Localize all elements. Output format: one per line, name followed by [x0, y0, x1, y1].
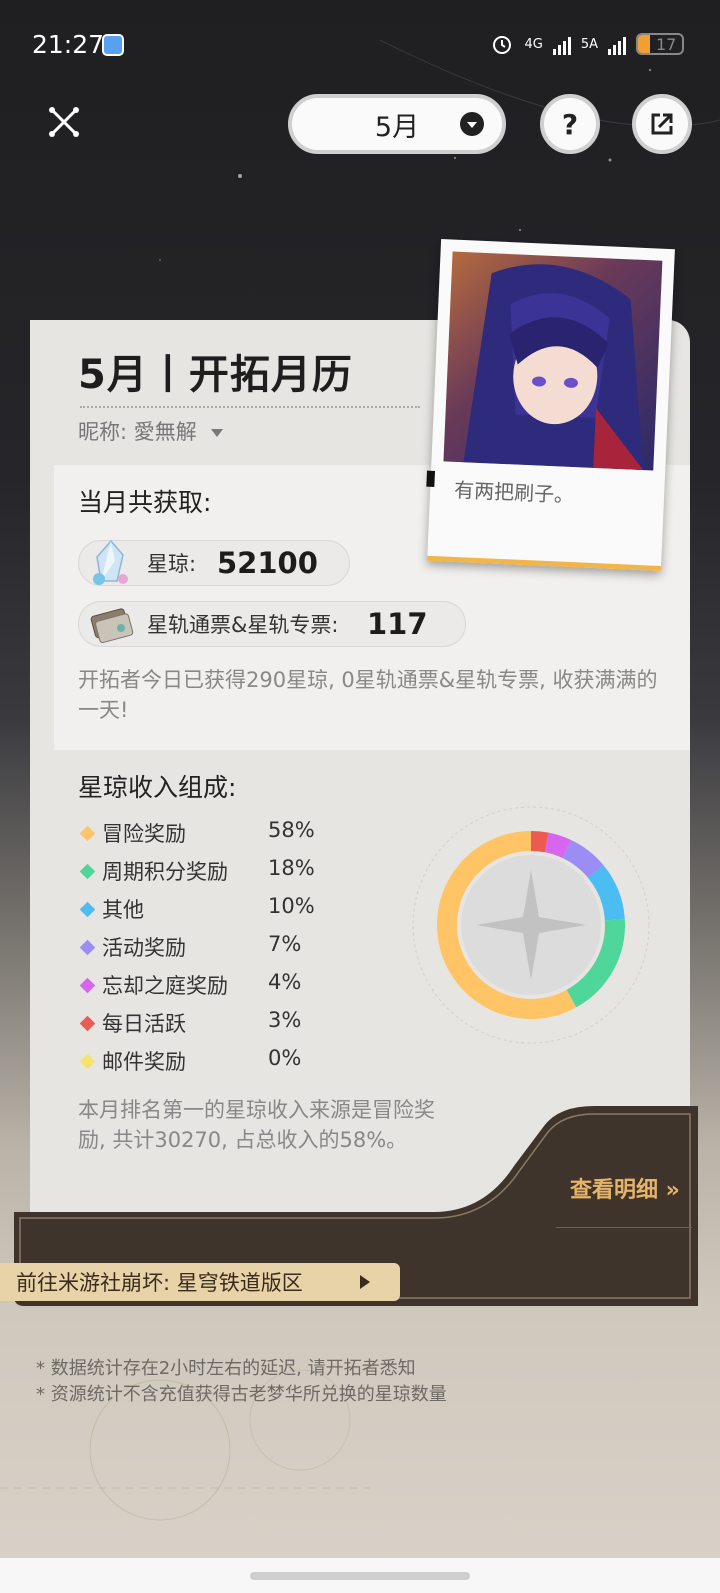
nickname-label: 昵称: — [78, 420, 128, 444]
legend-item: 其他 10% — [78, 894, 338, 932]
legend-marker — [79, 863, 96, 880]
app-notification-icon — [102, 34, 124, 56]
view-details-link[interactable]: 查看明细 » — [570, 1172, 680, 1204]
network-4g-label: 4G — [524, 36, 543, 52]
legend-marker — [79, 939, 96, 956]
alarm-icon — [493, 36, 512, 54]
star-rail-pass-icon — [90, 608, 134, 644]
signal-icon-2 — [608, 33, 626, 55]
donut-segment-每日活跃 — [530, 831, 549, 853]
footnote-delay: * 数据统计存在2小时左右的延迟, 请开拓者悉知 — [36, 1358, 416, 1379]
forum-link-button[interactable]: 前往米游社崩坏: 星穹铁道版区 — [0, 1263, 400, 1301]
legend-percent: 0% — [268, 1046, 302, 1070]
month-select[interactable]: 5月 — [288, 94, 506, 154]
legend-name: 邮件奖励 — [102, 1050, 186, 1074]
legend-item: 冒险奖励 58% — [78, 818, 338, 856]
footnote-exclusion: * 资源统计不含充值获得古老梦华所兑换的星琼数量 — [36, 1384, 447, 1405]
character-portrait — [443, 251, 663, 471]
signal-icon — [552, 33, 571, 55]
character-photo-card: 有两把刷子。 — [426, 239, 675, 571]
composition-title: 星琼收入组成: — [78, 773, 237, 802]
jade-label: 星琼: — [147, 552, 197, 576]
stellar-jade-icon — [93, 539, 128, 585]
nickname-value: 愛無解 — [133, 420, 197, 444]
share-icon — [651, 113, 673, 135]
caption-marker — [426, 470, 436, 487]
legend-item: 活动奖励 7% — [78, 932, 338, 970]
legend-item: 每日活跃 3% — [78, 1008, 338, 1046]
income-donut-chart — [412, 806, 650, 1044]
legend-item: 周期积分奖励 18% — [78, 856, 338, 894]
card-title: 5月丨开拓月历 — [78, 352, 353, 398]
legend-percent: 7% — [268, 932, 302, 956]
legend-item: 邮件奖励 0% — [78, 1046, 338, 1084]
status-time: 21:27 — [32, 30, 105, 59]
battery-level: 17 — [656, 35, 677, 54]
chevron-down-icon — [460, 112, 484, 136]
share-button[interactable] — [632, 94, 692, 154]
close-button[interactable] — [44, 102, 84, 142]
detail-divider — [556, 1227, 692, 1228]
photo-caption: 有两把刷子。 — [453, 477, 575, 508]
status-icons: 4G 5A 17 — [490, 32, 684, 56]
legend-percent: 58% — [268, 818, 315, 842]
caret-down-icon — [211, 429, 224, 437]
legend-name: 活动奖励 — [102, 936, 186, 960]
legend-name: 周期积分奖励 — [102, 860, 228, 884]
help-button[interactable]: ? — [540, 94, 600, 154]
legend-name: 其他 — [102, 898, 144, 922]
title-divider — [80, 406, 420, 408]
legend-name: 冒险奖励 — [102, 822, 186, 846]
home-indicator[interactable] — [250, 1572, 470, 1580]
composition-legend: 冒险奖励 58% 周期积分奖励 18% 其他 10% 活动奖励 7% 忘却之庭奖励 4% … — [78, 818, 338, 1084]
pass-label: 星轨通票&星轨专票: — [147, 613, 339, 637]
play-arrow-icon — [360, 1275, 370, 1289]
jade-pill: 星琼: 52100 — [78, 539, 350, 586]
legend-name: 每日活跃 — [102, 1012, 186, 1036]
legend-item: 忘却之庭奖励 4% — [78, 970, 338, 1008]
network-5a-label: 5A — [580, 36, 598, 52]
jade-value: 52100 — [215, 546, 320, 580]
legend-percent: 3% — [268, 1008, 302, 1032]
close-icon — [49, 107, 79, 137]
legend-marker — [79, 901, 96, 918]
earned-note: 开拓者今日已获得290星琼, 0星轨通票&星轨专票, 收获满满的一天! — [78, 668, 658, 722]
legend-name: 忘却之庭奖励 — [102, 974, 228, 998]
legend-marker — [79, 1053, 96, 1070]
status-bar: 21:27 4G 5A 17 — [0, 28, 720, 62]
legend-marker — [79, 825, 96, 842]
battery-icon: 17 — [636, 33, 684, 55]
legend-percent: 18% — [268, 856, 315, 880]
donut-segment-忘却之庭奖励 — [544, 832, 572, 859]
earned-title: 当月共获取: — [78, 488, 212, 517]
question-icon: ? — [561, 107, 579, 141]
pass-value: 117 — [365, 607, 430, 641]
legend-percent: 10% — [268, 894, 315, 918]
legend-marker — [79, 977, 96, 994]
legend-percent: 4% — [268, 970, 302, 994]
pass-pill: 星轨通票&星轨专票: 117 — [78, 601, 466, 647]
forum-link-label: 前往米游社崩坏: 星穹铁道版区 — [16, 1271, 303, 1295]
legend-marker — [79, 1015, 96, 1032]
nickname-selector[interactable]: 昵称: 愛無解 — [78, 416, 224, 446]
month-select-value: 5月 — [374, 111, 420, 143]
